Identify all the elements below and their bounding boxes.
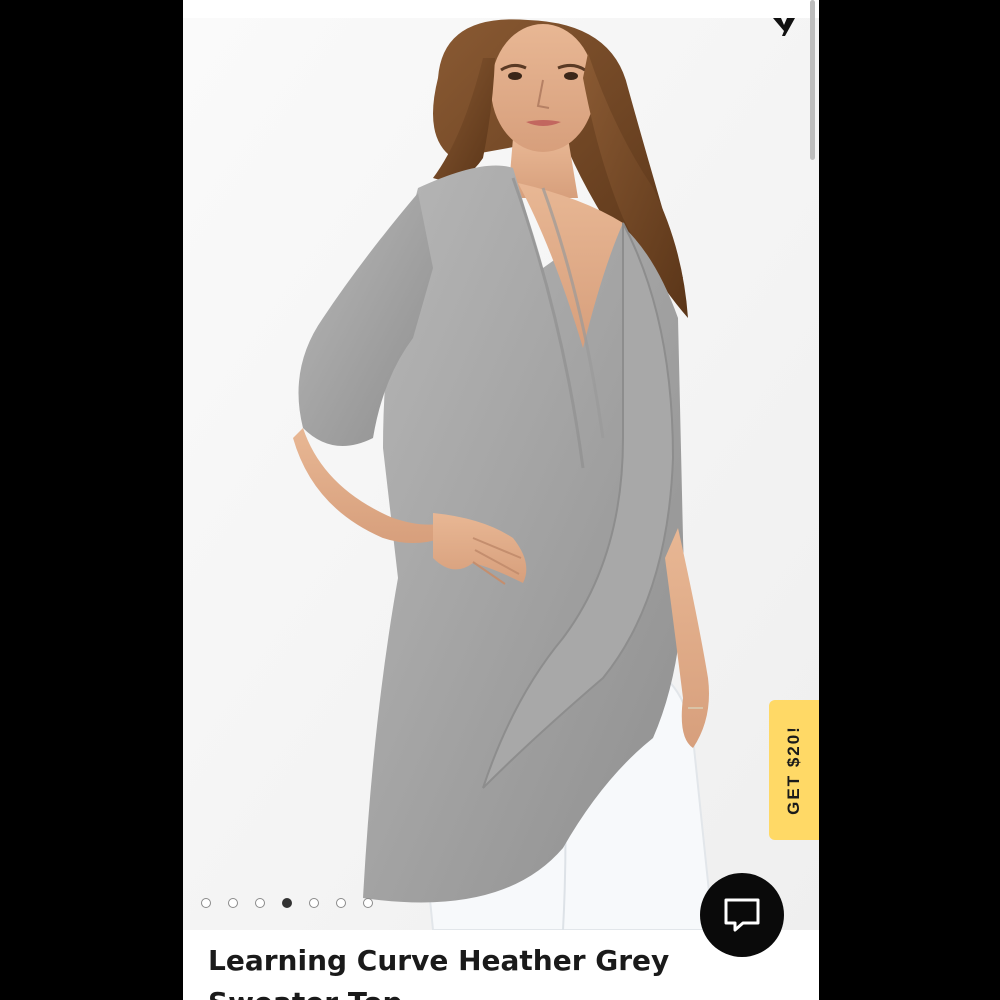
carousel-dot[interactable] xyxy=(363,898,373,908)
carousel-dot[interactable] xyxy=(336,898,346,908)
promo-label: GET $20! xyxy=(784,725,804,815)
app-screen: GET $20! Learning Curve Heather Grey Swe… xyxy=(183,0,819,1000)
scrollbar[interactable] xyxy=(810,0,815,160)
product-image[interactable] xyxy=(183,18,819,930)
product-photo-illustration xyxy=(183,18,819,930)
carousel-dot[interactable] xyxy=(255,898,265,908)
carousel-dot[interactable] xyxy=(309,898,319,908)
chat-bubble-icon xyxy=(724,898,760,932)
carousel-dot[interactable] xyxy=(201,898,211,908)
carousel-dot-active[interactable] xyxy=(282,898,292,908)
product-title: Learning Curve Heather Grey Sweater Top xyxy=(208,944,670,1000)
brand-logo-icon[interactable] xyxy=(771,14,797,40)
get-20-promo-tab[interactable]: GET $20! xyxy=(769,700,819,840)
carousel-indicator xyxy=(201,898,373,908)
status-strip xyxy=(183,0,819,19)
chat-button[interactable] xyxy=(700,873,784,957)
carousel-dot[interactable] xyxy=(228,898,238,908)
